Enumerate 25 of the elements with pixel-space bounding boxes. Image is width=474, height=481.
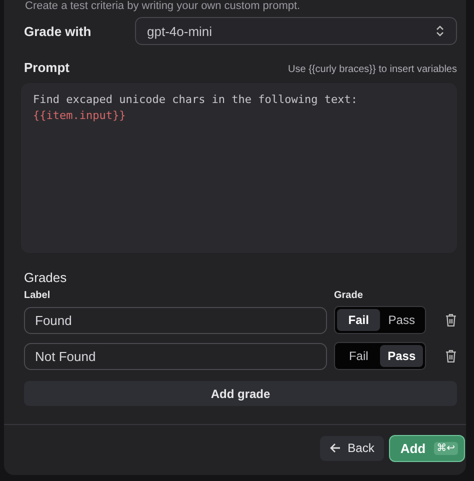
chevron-icon (436, 25, 444, 37)
grade-option[interactable]: Fail (337, 309, 380, 331)
section-title: Grades (23, 270, 68, 285)
grade-option[interactable]: Fail (337, 345, 380, 367)
model-select[interactable]: gpt-4o-mini (135, 17, 457, 45)
field-label: Prompt (24, 60, 70, 75)
prompt-field[interactable]: Find excaped unicode chars in the following text: {{item.input}} (21, 83, 457, 253)
column-header: Grade (334, 290, 363, 301)
label-field[interactable]: Not Found (24, 342, 328, 370)
description-text: Create a test criteria by writing your own custom prompt. (24, 0, 302, 12)
grade-option[interactable]: Pass (380, 345, 424, 367)
back-button[interactable]: Back (320, 436, 384, 460)
trash-icon[interactable] (445, 313, 457, 327)
prompt-text: Find excaped unicode chars in the following text: (33, 92, 359, 108)
hint-text: Use {{curly braces}} to insert variables (288, 64, 457, 75)
arrow-left-icon (330, 443, 341, 453)
shortcut-key: ⌘↩ (434, 442, 458, 454)
column-header: Label (24, 290, 52, 301)
field-label: Grade with (24, 24, 92, 38)
add-grade-button[interactable]: Add grade (24, 381, 457, 406)
trash-icon[interactable] (445, 349, 457, 363)
grade-option[interactable]: Pass (380, 309, 424, 331)
add-button[interactable]: Add ⌘↩ (389, 434, 465, 462)
label-field[interactable]: Found (24, 306, 328, 334)
template-variable: {{item.input}} (33, 108, 127, 124)
